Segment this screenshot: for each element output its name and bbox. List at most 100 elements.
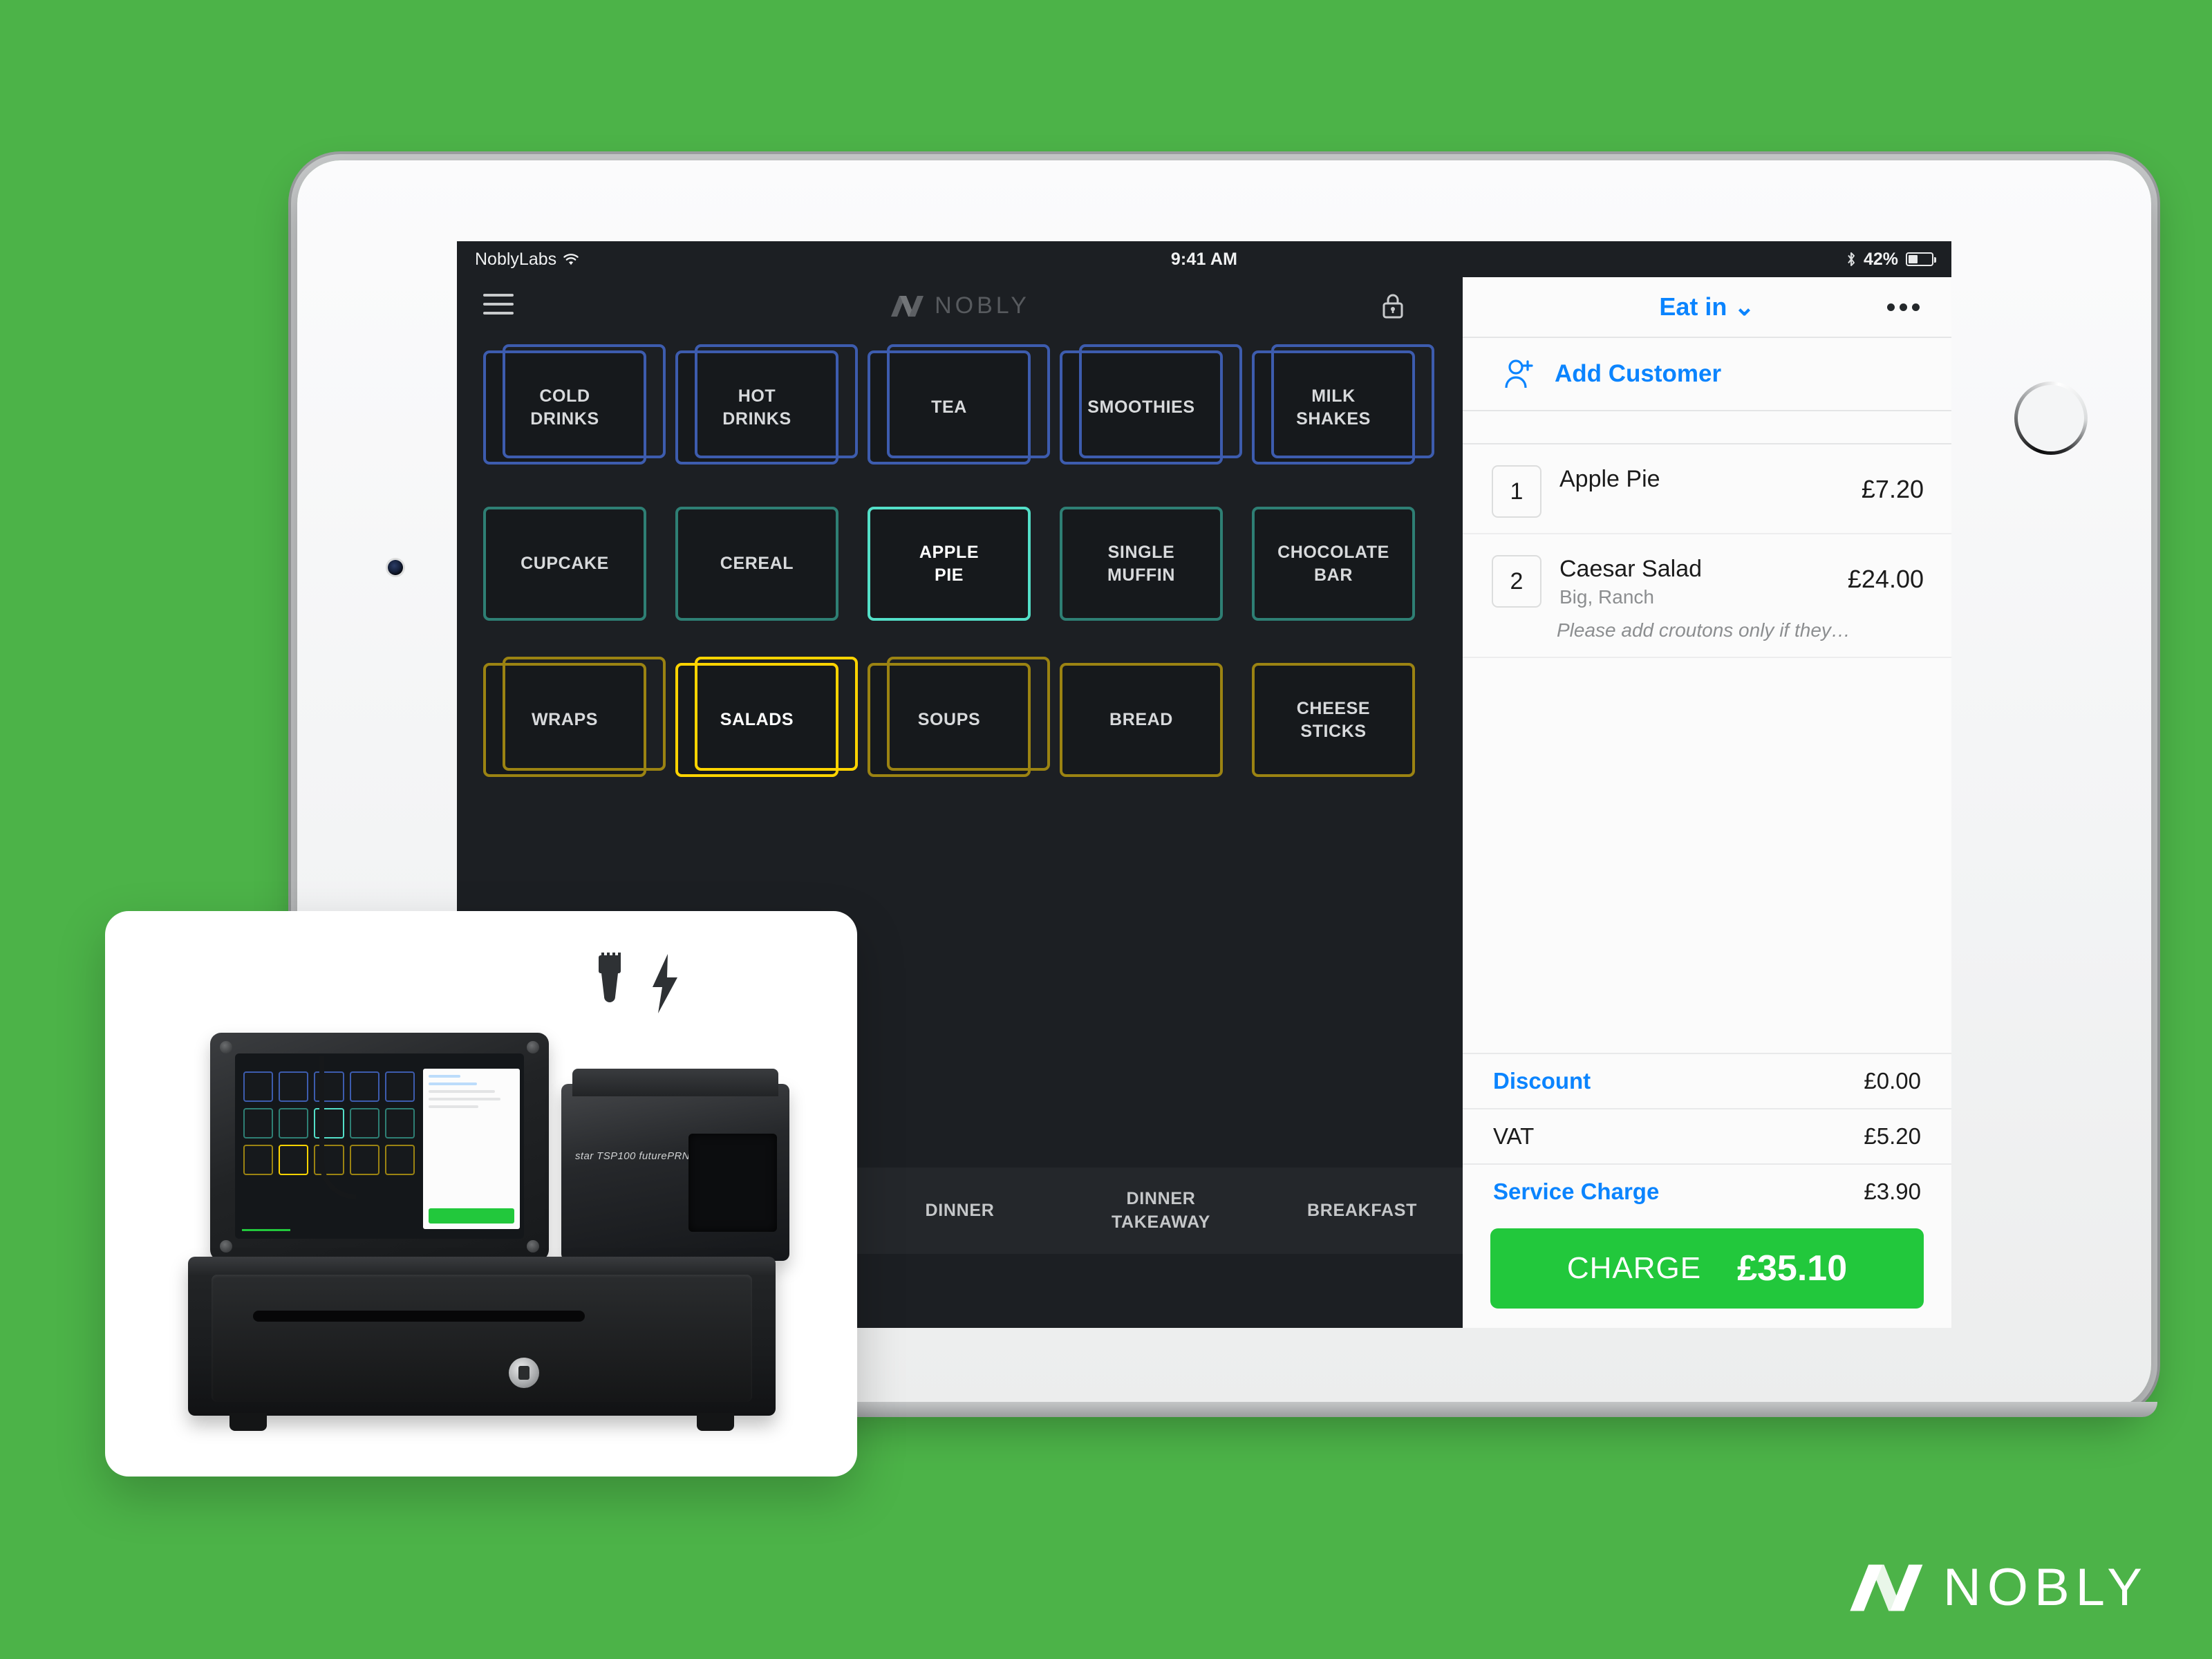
tile-milk-shakes[interactable]: MILK SHAKES: [1252, 344, 1434, 465]
order-item-qty[interactable]: 2: [1492, 555, 1541, 608]
mini-tab-bar: [242, 1221, 420, 1232]
tab-dinner-takeaway[interactable]: DINNER TAKEAWAY: [1060, 1188, 1262, 1235]
ethernet-plug-icon: [599, 953, 621, 1002]
tile-soups[interactable]: SOUPS: [868, 657, 1050, 777]
tile-cold-drinks[interactable]: COLD DRINKS: [483, 344, 666, 465]
service-charge-label: Service Charge: [1493, 1179, 1660, 1204]
tile-wraps[interactable]: WRAPS: [483, 657, 666, 777]
tile-label: SALADS: [720, 710, 794, 729]
lock-icon[interactable]: [1380, 291, 1405, 321]
tile-label: CUPCAKE: [521, 554, 609, 573]
chevron-down-icon: ⌄: [1734, 292, 1755, 321]
tile-smoothies[interactable]: SMOOTHIES: [1060, 344, 1242, 465]
tile-hot-drinks[interactable]: HOT DRINKS: [675, 344, 858, 465]
hardware-photo-card: star TSP100 futurePRNT: [105, 911, 857, 1477]
tile-label: SMOOTHIES: [1087, 397, 1195, 417]
add-person-icon: [1505, 359, 1533, 388]
ellipsis-icon[interactable]: [1887, 303, 1920, 311]
order-panel-spacer: [1463, 411, 1951, 444]
tab-breakfast[interactable]: BREAKFAST: [1262, 1199, 1463, 1223]
front-camera-icon: [388, 560, 403, 575]
tile-bread[interactable]: BREAD: [1060, 663, 1223, 777]
tile-label: CHEESE STICKS: [1296, 698, 1371, 741]
status-bar-time: 9:41 AM: [1170, 249, 1238, 269]
category-row-drinks: COLD DRINKS HOT DRINKS TEA SMOOTHIES MILK S…: [457, 341, 1463, 465]
bluetooth-icon: [1848, 252, 1855, 266]
printer-cable: [319, 1056, 356, 1199]
app-header: NOBLY: [457, 277, 1463, 336]
order-totals: Discount £0.00 VAT £5.20 Service Charge …: [1463, 1053, 1951, 1328]
tile-apple-pie[interactable]: APPLE PIE: [868, 507, 1031, 621]
order-items-list[interactable]: 1 Apple Pie £7.20 2 Caesar Salad Big, Ra…: [1463, 444, 1951, 1053]
tile-label: MILK SHAKES: [1296, 386, 1371, 429]
mini-pos-screen: [235, 1053, 524, 1239]
power-bolt-icon: [653, 954, 677, 1013]
tile-label: SOUPS: [917, 710, 981, 729]
service-type-label: Eat in: [1659, 292, 1727, 321]
tile-label: HOT DRINKS: [722, 386, 791, 429]
charge-amount: £35.10: [1737, 1248, 1848, 1288]
total-row-vat: VAT £5.20: [1463, 1108, 1951, 1163]
cash-drawer: [188, 1257, 776, 1431]
category-row-savoury: WRAPS SALADS SOUPS BREAD CHEESE STICKS: [457, 654, 1463, 777]
battery-percent-label: 42%: [1863, 249, 1898, 269]
tile-label: CHOCOLATE BAR: [1277, 542, 1389, 585]
total-row-service-charge[interactable]: Service Charge £3.90: [1463, 1163, 1951, 1219]
order-item-modifiers: Big, Ranch: [1559, 586, 1654, 608]
order-item-note: Please add croutons only if they…: [1557, 619, 1850, 641]
tile-cereal[interactable]: CEREAL: [675, 507, 838, 621]
tile-single-muffin[interactable]: SINGLE MUFFIN: [1060, 507, 1223, 621]
connector-icons: [589, 953, 680, 1015]
order-item-price: £24.00: [1847, 565, 1924, 593]
tab-label: DINNER TAKEAWAY: [1111, 1188, 1211, 1232]
tile-label: TEA: [931, 397, 967, 417]
status-bar-right: 42%: [1846, 249, 1936, 270]
receipt-printer: star TSP100 futurePRNT: [561, 1069, 789, 1261]
order-item-info: Caesar Salad Big, Ranch: [1559, 555, 1837, 608]
total-row-discount[interactable]: Discount £0.00: [1463, 1053, 1951, 1108]
category-grid: COLD DRINKS HOT DRINKS TEA SMOOTHIES MILK S…: [457, 341, 1463, 810]
order-item-row[interactable]: 1 Apple Pie £7.20: [1463, 444, 1951, 534]
tab-label: BREAKFAST: [1306, 1200, 1418, 1220]
brand-name: NOBLY: [1942, 1558, 2148, 1617]
mini-charge-button: [429, 1208, 514, 1224]
service-type-selector[interactable]: Eat in ⌄: [1463, 292, 1951, 321]
tile-label: SINGLE MUFFIN: [1107, 542, 1176, 585]
app-logo-text: NOBLY: [935, 292, 1030, 319]
order-item-name: Apple Pie: [1559, 466, 1660, 492]
tile-label: COLD DRINKS: [530, 386, 599, 429]
add-customer-label: Add Customer: [1555, 360, 1722, 387]
tile-salads[interactable]: SALADS: [675, 657, 858, 777]
app-logo: NOBLY: [457, 292, 1463, 319]
add-customer-button[interactable]: Add Customer: [1463, 338, 1951, 411]
order-item-price: £7.20: [1861, 475, 1924, 503]
discount-value: £0.00: [1864, 1068, 1921, 1094]
drawer-lock-icon: [509, 1358, 539, 1388]
category-row-sweets: CUPCAKE CEREAL APPLE PIE SINGLE MUFFIN CHO…: [457, 498, 1463, 621]
service-charge-value: £3.90: [1864, 1179, 1921, 1204]
tile-cheese-sticks[interactable]: CHEESE STICKS: [1252, 663, 1415, 777]
order-item-qty[interactable]: 1: [1492, 465, 1541, 518]
tile-chocolate-bar[interactable]: CHOCOLATE BAR: [1252, 507, 1415, 621]
order-item-info: Apple Pie: [1559, 465, 1850, 494]
vat-label: VAT: [1493, 1123, 1535, 1149]
tile-tea[interactable]: TEA: [868, 344, 1050, 465]
vat-value: £5.20: [1864, 1123, 1921, 1149]
status-bar: NoblyLabs 9:41 AM 42%: [457, 241, 1951, 277]
tile-label: BREAD: [1109, 710, 1173, 729]
brand-lockup: NOBLY: [1846, 1557, 2148, 1618]
charge-label: CHARGE: [1566, 1251, 1702, 1285]
discount-label: Discount: [1493, 1068, 1591, 1094]
charge-button[interactable]: CHARGE £35.10: [1490, 1228, 1924, 1309]
tab-dinner[interactable]: DINNER: [859, 1199, 1060, 1223]
tile-cupcake[interactable]: CUPCAKE: [483, 507, 646, 621]
mini-order-panel: [423, 1069, 520, 1229]
battery-icon: [1906, 252, 1936, 266]
ipad-stand: [210, 1033, 549, 1261]
order-item-row[interactable]: 2 Caesar Salad Big, Ranch £24.00 Please …: [1463, 534, 1951, 659]
order-item-name: Caesar Salad: [1559, 556, 1703, 582]
home-button[interactable]: [2014, 382, 2088, 455]
tab-label: DINNER: [925, 1200, 995, 1220]
tile-label: WRAPS: [531, 710, 599, 729]
order-panel: Eat in ⌄ Add Customer 1 Apple Pie £7.20 …: [1463, 277, 1951, 1328]
